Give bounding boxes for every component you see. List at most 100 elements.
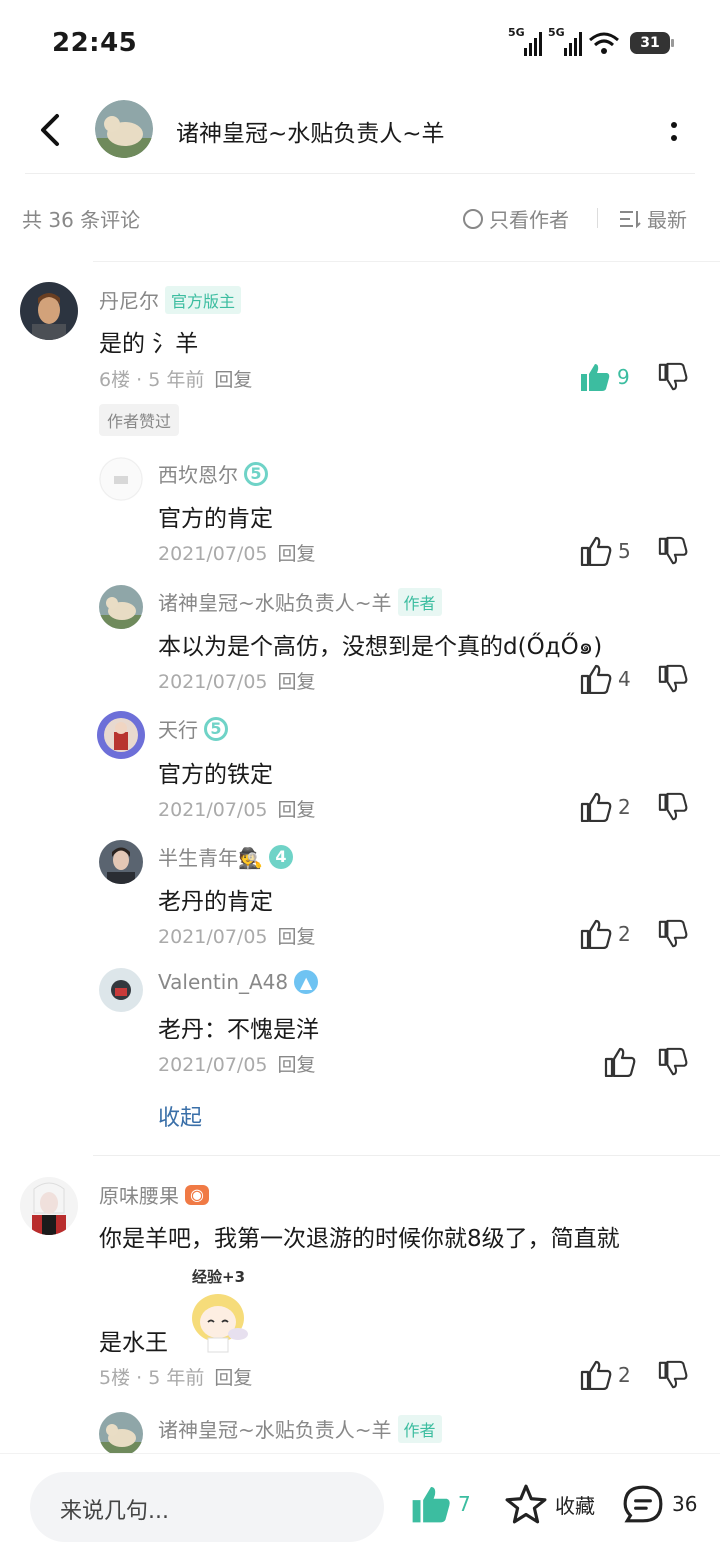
divider (93, 1155, 720, 1156)
comment-count: 共 36 条评论 (22, 208, 141, 232)
thumbs-down-icon[interactable] (658, 536, 688, 566)
reply-button[interactable]: 回复 (278, 543, 316, 565)
comment-input[interactable]: 来说几句... (30, 1472, 384, 1542)
only-author-toggle[interactable]: 只看作者 (463, 204, 569, 233)
thumbs-down-icon[interactable] (658, 792, 688, 822)
reply-meta: 2021/07/05 回复 (158, 926, 316, 948)
divider (25, 173, 695, 174)
star-icon (505, 1484, 547, 1524)
thumbs-down-icon[interactable] (658, 664, 688, 694)
reply-button[interactable]: 回复 (278, 926, 316, 948)
author-badge: 作者 (397, 1414, 442, 1443)
like-button[interactable] (604, 1047, 636, 1077)
only-author-label: 只看作者 (489, 208, 569, 232)
like-button[interactable]: 2 (580, 792, 631, 822)
reply-button[interactable]: 回复 (278, 1054, 316, 1076)
thumbs-up-icon (580, 792, 612, 822)
battery-icon: 31 (630, 32, 674, 54)
sort-icon (620, 210, 641, 228)
comment-icon (623, 1485, 663, 1523)
reply-button[interactable]: 回复 (278, 799, 316, 821)
moderator-badge: 官方版主 (165, 285, 242, 314)
avatar[interactable] (99, 968, 143, 1012)
signal-icon: 5G (508, 26, 542, 56)
radio-icon (463, 208, 483, 229)
level-badge: 5 (244, 461, 268, 486)
comment-author[interactable]: 原味腰果 ◉ (99, 1180, 209, 1209)
thumbs-up-icon (412, 1486, 450, 1523)
thumbs-down-icon[interactable] (658, 1360, 688, 1390)
sort-label: 最新 (647, 208, 687, 232)
level-badge: 4 (268, 844, 293, 869)
reply-button[interactable]: 回复 (214, 369, 252, 391)
avatar[interactable] (95, 100, 153, 158)
reply-author[interactable]: 西坎恩尔 5 (158, 459, 268, 488)
reply-author[interactable]: 诸神皇冠~水贴负责人~羊 作者 (158, 587, 442, 616)
avatar[interactable] (20, 282, 78, 340)
status-icons: 5G 5G 31 (508, 26, 674, 56)
more-dot (671, 134, 677, 141)
like-button[interactable]: 9 (579, 362, 630, 392)
collapse-replies-link[interactable]: 收起 (158, 1100, 202, 1132)
back-button[interactable] (30, 108, 70, 152)
reply-author[interactable]: 半生青年🕵 4 (158, 842, 293, 871)
avatar[interactable] (20, 1177, 78, 1235)
reply-button[interactable]: 回复 (278, 671, 316, 693)
like-button[interactable]: 4 (580, 664, 631, 694)
thumbs-up-icon (604, 1047, 636, 1077)
thumbs-up-icon (580, 919, 612, 949)
thumbs-up-icon (580, 1360, 612, 1390)
status-time: 22:45 (52, 28, 138, 58)
like-button[interactable]: 5 (580, 536, 631, 566)
avatar[interactable] (99, 457, 143, 501)
author-badge: 作者 (397, 587, 442, 616)
chevron-left-icon (41, 114, 59, 146)
filter-bar: 共 36 条评论 只看作者 最新 (0, 188, 720, 246)
author-liked-badge: 作者赞过 (99, 404, 180, 436)
thumbs-up-icon (580, 536, 612, 566)
sticker-image: 经验+3 (178, 1266, 262, 1354)
reply-text: 官方的肯定 (158, 506, 273, 532)
level-badge: 5 (204, 716, 228, 741)
favorite-button[interactable]: 收藏 (505, 1484, 595, 1524)
gamepad-badge-icon: ◉ (185, 1184, 209, 1205)
thumbs-up-icon (581, 364, 610, 391)
like-button[interactable]: 2 (580, 1360, 631, 1390)
wifi-icon (589, 32, 619, 54)
like-button[interactable]: 2 (580, 919, 631, 949)
reply-meta: 2021/07/05 回复 (158, 799, 316, 821)
reply-button[interactable]: 回复 (214, 1367, 252, 1389)
comment-input-placeholder: 来说几句... (60, 1499, 169, 1524)
comment-author[interactable]: 丹尼尔 官方版主 (99, 285, 242, 314)
more-dot (671, 121, 677, 128)
comment-text: 是水王 (99, 1330, 168, 1356)
reply-author[interactable]: 诸神皇冠~水贴负责人~羊 作者 (158, 1414, 442, 1443)
top-bar: 诸神皇冠~水贴负责人~羊 (0, 90, 720, 174)
more-button[interactable] (664, 116, 684, 146)
thumbs-down-icon[interactable] (658, 1047, 688, 1077)
page-title: 诸神皇冠~水贴负责人~羊 (176, 121, 445, 147)
status-bar: 22:45 5G 5G 31 (0, 0, 720, 90)
reply-author[interactable]: 天行 5 (158, 714, 228, 743)
divider (597, 208, 598, 228)
thumbs-down-icon[interactable] (658, 362, 688, 392)
reply-meta: 2021/07/05 回复 (158, 1054, 316, 1076)
reply-meta: 2021/07/05 回复 (158, 671, 316, 693)
avatar[interactable] (99, 585, 143, 629)
comment-text: 你是羊吧，我第一次退游的时候你就8级了，简直就 (99, 1226, 620, 1252)
reply-author[interactable]: Valentin_A48 ▲ (158, 970, 319, 994)
signal-icon: 5G (548, 26, 582, 56)
reply-text: 官方的铁定 (158, 762, 273, 788)
reply-text: 老丹的肯定 (158, 889, 273, 915)
avatar[interactable] (96, 710, 146, 760)
bottom-bar: 来说几句... 7 收藏 36 (0, 1453, 720, 1559)
thumbs-up-icon (580, 664, 612, 694)
avatar[interactable] (99, 1412, 143, 1456)
divider (93, 261, 720, 262)
post-like-button[interactable]: 7 (410, 1484, 471, 1524)
sort-button[interactable]: 最新 (619, 204, 687, 233)
thumbs-down-icon[interactable] (658, 919, 688, 949)
avatar[interactable] (99, 840, 143, 884)
comments-button[interactable]: 36 (622, 1484, 697, 1524)
reply-text: 老丹：不愧是洋 (158, 1017, 319, 1043)
